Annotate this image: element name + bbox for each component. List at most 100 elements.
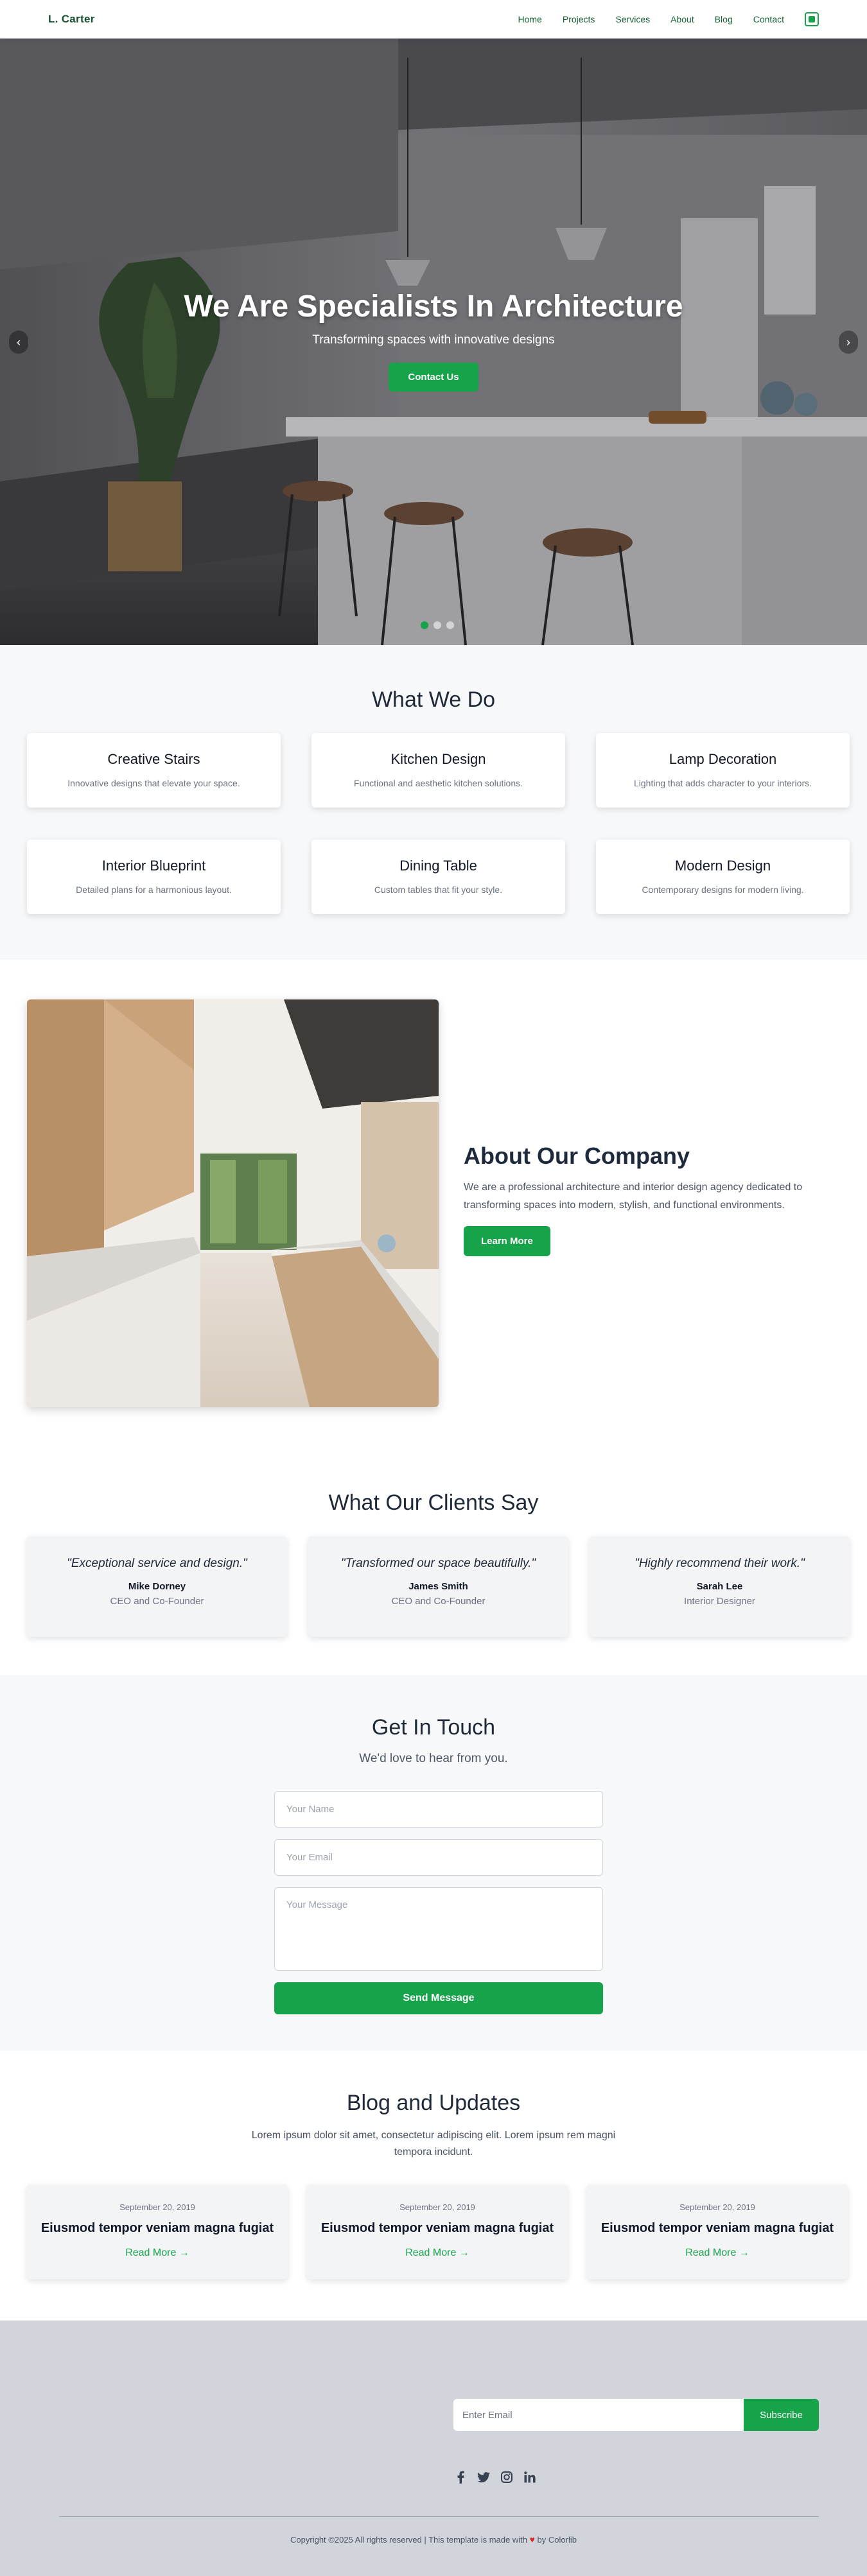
name-field[interactable] bbox=[274, 1791, 603, 1828]
colorlib-link[interactable]: by Colorlib bbox=[538, 2535, 577, 2545]
hero-content: We Are Specialists In Architecture Trans… bbox=[0, 289, 867, 392]
read-more-link[interactable]: Read More → bbox=[125, 2247, 189, 2259]
hero-title: We Are Specialists In Architecture bbox=[184, 290, 683, 324]
service-desc: Lighting that adds character to your int… bbox=[633, 778, 812, 788]
footer: Subscribe Copyright ©2025 All rights res… bbox=[0, 2321, 867, 2576]
chevron-left-icon[interactable]: ‹ bbox=[9, 331, 28, 354]
blog-post-title[interactable]: Eiusmod tempor veniam magna fugiat bbox=[27, 2221, 288, 2236]
service-title: Modern Design bbox=[674, 858, 771, 874]
service-card: Kitchen Design Functional and aesthetic … bbox=[311, 733, 565, 808]
testimonial-name: James Smith bbox=[408, 1581, 468, 1592]
testimonial-card: "Exceptional service and design." Mike D… bbox=[27, 1536, 287, 1637]
contact-subtitle: We'd love to hear from you. bbox=[359, 1752, 508, 1765]
about-section: About Our Company We are a professional … bbox=[0, 960, 867, 1422]
carousel-dots bbox=[421, 621, 454, 629]
service-desc: Functional and aesthetic kitchen solutio… bbox=[353, 778, 523, 788]
blog-grid: September 20, 2019 Eiusmod tempor veniam… bbox=[27, 2184, 848, 2279]
subscribe-button[interactable]: Subscribe bbox=[744, 2399, 819, 2431]
chevron-right-icon[interactable]: › bbox=[839, 331, 858, 354]
services-title: What We Do bbox=[371, 687, 496, 712]
service-desc: Detailed plans for a harmonious layout. bbox=[76, 885, 232, 895]
heart-icon: ♥ bbox=[529, 2534, 535, 2545]
testimonial-quote: "Highly recommend their work." bbox=[635, 1557, 805, 1570]
testimonial-role: CEO and Co-Founder bbox=[110, 1596, 204, 1607]
nav-menu: Home Projects Services About Blog Contac… bbox=[518, 12, 819, 26]
testimonial-card: "Transformed our space beautifully." Jam… bbox=[308, 1536, 568, 1637]
carousel-dot[interactable] bbox=[434, 621, 441, 629]
learn-more-button[interactable]: Learn More bbox=[464, 1226, 550, 1256]
service-card: Lamp Decoration Lighting that adds chara… bbox=[596, 733, 850, 808]
testimonials-title: What Our Clients Say bbox=[328, 1491, 539, 1515]
hero-subtitle: Transforming spaces with innovative desi… bbox=[312, 333, 555, 347]
nav-link-blog[interactable]: Blog bbox=[715, 14, 733, 24]
testimonials-grid: "Exceptional service and design." Mike D… bbox=[27, 1536, 850, 1637]
testimonial-quote: "Transformed our space beautifully." bbox=[340, 1557, 536, 1570]
blog-date: September 20, 2019 bbox=[399, 2202, 475, 2212]
service-desc: Innovative designs that elevate your spa… bbox=[67, 778, 240, 788]
services-grid: Creative Stairs Innovative designs that … bbox=[27, 733, 850, 914]
about-desc: We are a professional architecture and i… bbox=[464, 1182, 803, 1211]
send-message-button[interactable]: Send Message bbox=[274, 1982, 603, 2014]
service-title: Creative Stairs bbox=[107, 751, 200, 767]
contact-title: Get In Touch bbox=[371, 1715, 496, 1740]
nav-link-about[interactable]: About bbox=[670, 14, 694, 24]
blog-date: September 20, 2019 bbox=[119, 2202, 195, 2212]
twitter-icon[interactable] bbox=[477, 2471, 490, 2484]
service-desc: Contemporary designs for modern living. bbox=[642, 885, 804, 895]
blog-card: September 20, 2019 Eiusmod tempor veniam… bbox=[27, 2184, 288, 2279]
testimonial-role: Interior Designer bbox=[684, 1596, 755, 1607]
blog-card: September 20, 2019 Eiusmod tempor veniam… bbox=[587, 2184, 848, 2279]
service-title: Dining Table bbox=[399, 858, 477, 874]
service-desc: Custom tables that fit your style. bbox=[374, 885, 503, 895]
service-card: Creative Stairs Innovative designs that … bbox=[27, 733, 281, 808]
about-title: About Our Company bbox=[464, 1143, 690, 1169]
brand-logo[interactable]: L. Carter bbox=[48, 13, 95, 26]
linkedin-icon[interactable] bbox=[523, 2471, 536, 2484]
testimonial-card: "Highly recommend their work." Sarah Lee… bbox=[590, 1536, 850, 1637]
hero-carousel: We Are Specialists In Architecture Trans… bbox=[0, 39, 867, 645]
contact-form: Send Message bbox=[274, 1791, 603, 2014]
carousel-dot[interactable] bbox=[446, 621, 454, 629]
carousel-dot[interactable] bbox=[421, 621, 428, 629]
service-title: Lamp Decoration bbox=[669, 751, 777, 767]
read-more-link[interactable]: Read More → bbox=[405, 2247, 469, 2259]
about-image bbox=[27, 999, 439, 1407]
blog-card: September 20, 2019 Eiusmod tempor veniam… bbox=[307, 2184, 568, 2279]
testimonial-quote: "Exceptional service and design." bbox=[67, 1557, 247, 1570]
nav-link-services[interactable]: Services bbox=[615, 14, 650, 24]
nav-link-home[interactable]: Home bbox=[518, 14, 542, 24]
nav-link-contact[interactable]: Contact bbox=[753, 14, 784, 24]
subscribe-email-input[interactable] bbox=[453, 2399, 744, 2431]
blog-subtitle: Lorem ipsum dolor sit amet, consectetur … bbox=[251, 2130, 616, 2157]
service-card: Modern Design Contemporary designs for m… bbox=[596, 840, 850, 914]
navbar: L. Carter Home Projects Services About B… bbox=[0, 0, 867, 39]
service-title: Kitchen Design bbox=[390, 751, 486, 767]
contact-us-button[interactable]: Contact Us bbox=[389, 363, 478, 392]
footer-divider bbox=[59, 2516, 819, 2517]
social-links bbox=[454, 2471, 536, 2484]
testimonial-name: Mike Dorney bbox=[128, 1581, 186, 1592]
testimonial-role: CEO and Co-Founder bbox=[391, 1596, 486, 1607]
read-more-link[interactable]: Read More → bbox=[685, 2247, 749, 2259]
email-field[interactable] bbox=[274, 1839, 603, 1876]
testimonial-name: Sarah Lee bbox=[696, 1581, 743, 1592]
contact-section: Get In Touch We'd love to hear from you.… bbox=[0, 1675, 867, 2051]
service-title: Interior Blueprint bbox=[101, 858, 206, 874]
about-text: About Our Company We are a professional … bbox=[464, 1143, 849, 1256]
subscribe-form: Subscribe bbox=[453, 2399, 819, 2431]
blog-post-title[interactable]: Eiusmod tempor veniam magna fugiat bbox=[587, 2221, 848, 2236]
service-card: Interior Blueprint Detailed plans for a … bbox=[27, 840, 281, 914]
instagram-icon[interactable] bbox=[500, 2471, 513, 2484]
bag-icon[interactable] bbox=[805, 12, 819, 26]
kitchen-photo bbox=[27, 999, 439, 1407]
blog-title: Blog and Updates bbox=[346, 2091, 521, 2115]
blog-post-title[interactable]: Eiusmod tempor veniam magna fugiat bbox=[307, 2221, 568, 2236]
service-card: Dining Table Custom tables that fit your… bbox=[311, 840, 565, 914]
facebook-icon[interactable] bbox=[454, 2471, 467, 2484]
copyright-text: Copyright ©2025 All rights reserved | Th… bbox=[0, 2534, 867, 2545]
copyright-prefix: Copyright ©2025 All rights reserved | Th… bbox=[290, 2535, 527, 2545]
message-field[interactable] bbox=[274, 1887, 603, 1971]
blog-section: Blog and Updates Lorem ipsum dolor sit a… bbox=[0, 2051, 867, 2321]
services-section: What We Do Creative Stairs Innovative de… bbox=[0, 645, 867, 960]
nav-link-projects[interactable]: Projects bbox=[563, 14, 595, 24]
